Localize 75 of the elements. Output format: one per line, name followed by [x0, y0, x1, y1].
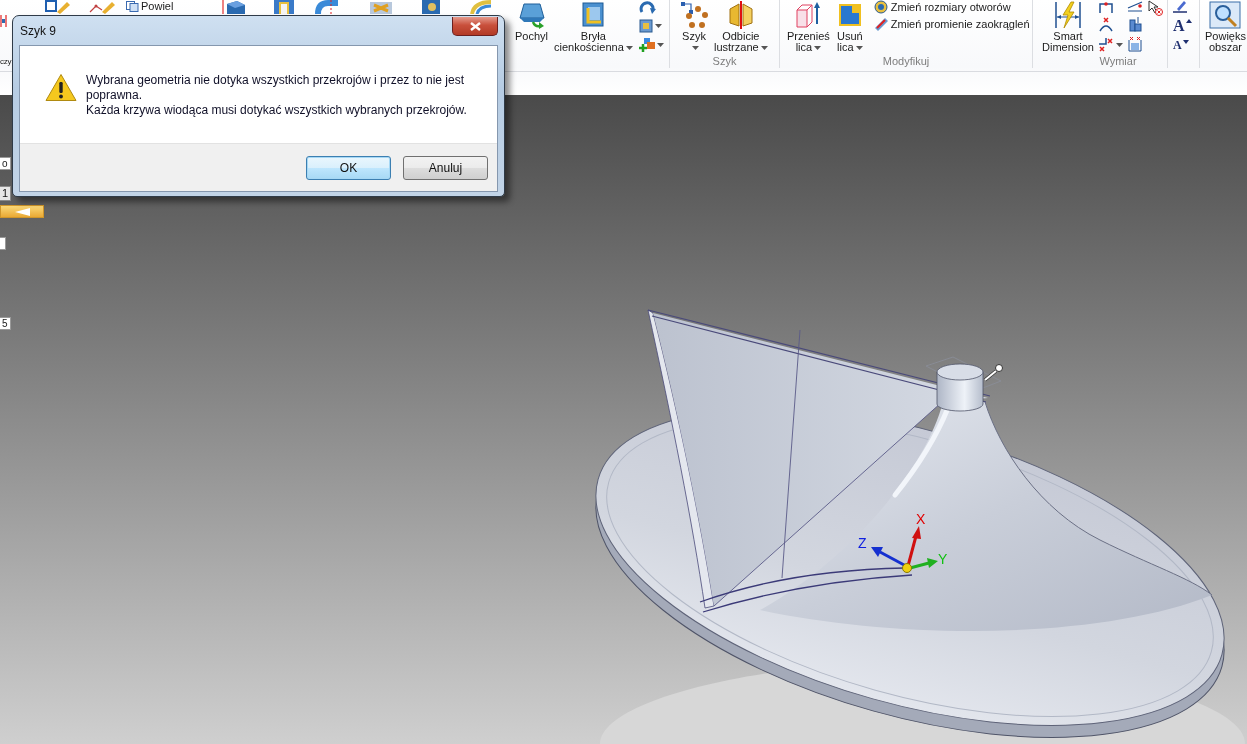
warning-icon	[45, 73, 77, 102]
ribbon-list-button[interactable]: Zmień rozmiary otworów	[873, 0, 1030, 14]
copy-pages-icon	[126, 0, 139, 12]
cube-icon[interactable]	[221, 0, 248, 14]
diagonal-bar-icon	[873, 17, 888, 31]
curved-arrow-icon	[638, 1, 657, 15]
zoom-area-icon	[1209, 1, 1242, 29]
font-size-button[interactable]: A	[1173, 39, 1189, 51]
tool-button[interactable]	[1146, 0, 1163, 16]
dialog-button[interactable]: OK	[306, 156, 391, 180]
delete-faces-button[interactable]: Usuń lica	[835, 0, 864, 53]
message-text: Każda krzywa wiodąca musi dotykać wszystkich wybranych przekrojów.	[86, 103, 468, 118]
arrow-left-icon	[14, 207, 30, 216]
close-icon	[469, 21, 481, 31]
box-arrow-up-icon	[794, 1, 823, 29]
tool-button[interactable]	[1097, 17, 1114, 33]
axis-label: Y	[938, 551, 948, 567]
slant-line-icon	[1126, 0, 1143, 12]
y-axis-arrow[interactable]	[909, 558, 938, 570]
collapse-bar[interactable]	[0, 205, 44, 218]
tool-button[interactable]	[1097, 37, 1123, 53]
panel-field[interactable]: 5	[0, 317, 11, 330]
ribbon-list-button[interactable]: Zmień promienie zaokrągleń	[873, 17, 1030, 31]
smart-dimension-icon	[1054, 1, 1082, 29]
panel-field[interactable]: o	[0, 157, 11, 170]
smart-dimension-button[interactable]: Smart Dimension	[1042, 0, 1094, 53]
font-size-button[interactable]: A	[1173, 18, 1192, 34]
pencil-sketch-icon[interactable]	[88, 0, 116, 14]
thin-wall-button[interactable]: Bryła cienkościenna	[554, 0, 633, 53]
draft-icon	[517, 1, 546, 29]
origin-dot-icon[interactable]	[902, 563, 912, 573]
axis-label: Z	[858, 535, 867, 551]
draft-button[interactable]: Pochyl	[515, 0, 549, 42]
top-cylinder	[936, 363, 984, 412]
tool-button[interactable]	[1097, 1, 1114, 13]
dimension-marks-icon[interactable]	[0, 15, 9, 27]
zoom-area-button[interactable]: Powięks obszar	[1205, 0, 1246, 53]
dialog-button[interactable]: Anuluj	[403, 156, 488, 180]
x-axis-arrow[interactable]	[906, 526, 921, 567]
framed-square-icon	[638, 19, 653, 33]
ribbon-label: czy	[0, 57, 12, 67]
step-blocks-icon	[1126, 16, 1143, 32]
tool-button[interactable]	[638, 37, 664, 53]
message-text: Wybrana geometria nie dotyka wszystkich przekrojów i przez to nie jest poprawna.	[86, 73, 466, 103]
cursor-cancel-icon	[1146, 0, 1163, 16]
tool-button[interactable]	[1126, 16, 1143, 32]
bracket-dot-icon	[1097, 1, 1114, 13]
pen-underline-icon[interactable]	[1173, 0, 1187, 13]
axis-label: X	[916, 511, 926, 527]
duplicate-button[interactable]: Powiel	[126, 0, 174, 12]
tool-button[interactable]	[1126, 36, 1143, 52]
panel-edge-box[interactable]	[0, 237, 6, 250]
ring-icon	[873, 0, 888, 14]
bracket-marks-icon	[1126, 36, 1143, 52]
move-faces-button[interactable]: Przenieś lica	[787, 0, 830, 53]
z-axis-arrow[interactable]	[871, 547, 907, 568]
tool-button[interactable]	[638, 1, 657, 15]
pattern-button[interactable]: Szyk	[680, 0, 708, 53]
tool-button[interactable]	[638, 19, 662, 33]
arc-mark-icon	[1097, 17, 1114, 33]
group-label: Szyk	[711, 54, 738, 68]
panel-tab[interactable]: 1	[0, 186, 11, 201]
mirror-button[interactable]: Odbicie lustrzane	[714, 0, 768, 53]
corner-marks-icon	[1097, 37, 1114, 53]
square-pencil-icon[interactable]	[45, 0, 71, 14]
tool-button[interactable]	[1126, 0, 1143, 12]
pattern-icon	[680, 1, 708, 29]
handle-pin-icon[interactable]	[983, 364, 1003, 382]
pipe-icon[interactable]	[314, 0, 341, 14]
group-label: Modyfikuj	[881, 54, 931, 68]
boxes-plus-icon	[638, 37, 655, 53]
mirror-icon	[726, 1, 755, 29]
dialog-title: Szyk 9	[20, 24, 56, 38]
group-label: Wymiar	[1098, 54, 1138, 68]
close-button[interactable]	[452, 17, 498, 36]
